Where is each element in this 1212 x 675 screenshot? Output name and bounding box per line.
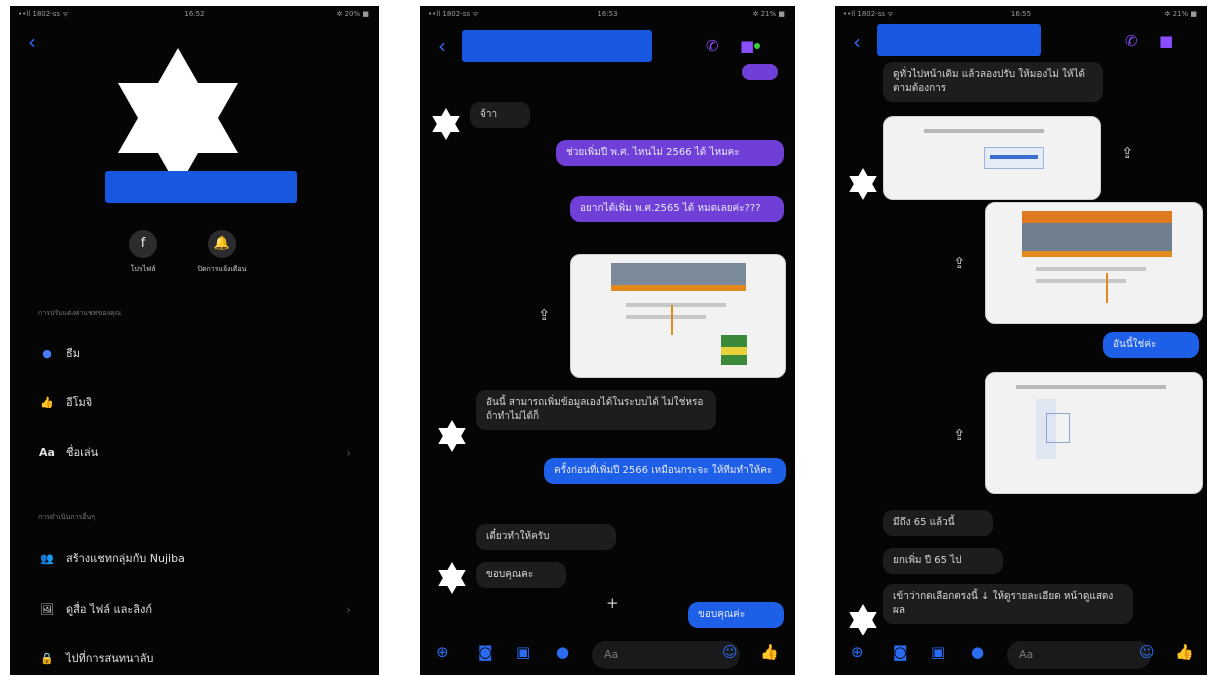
status-signal: ••ll 1802-ss ᯤ xyxy=(18,10,69,18)
create-group-label: สร้างแชทกลุ่มกับ Nujiba xyxy=(66,552,185,565)
back-button[interactable]: ‹ xyxy=(853,32,861,52)
back-button[interactable]: ‹ xyxy=(28,32,36,52)
media-label: ดูสื่อ ไฟล์ และลิงก์ xyxy=(66,603,153,616)
thumbs-up-icon[interactable]: 👍 xyxy=(1175,645,1194,660)
chevron-right-icon: › xyxy=(346,603,351,617)
media-row[interactable]: 🖼 ดูสื่อ ไฟล์ และลิงก์ xyxy=(38,597,152,623)
phone-icon[interactable]: ✆ xyxy=(706,39,719,54)
online-dot xyxy=(754,43,760,49)
message-incoming: อันนี้ สามารถเพิ่มข้อมูลเองได้ในระบบได้ … xyxy=(476,390,716,430)
emoji-label: อีโมจิ xyxy=(66,396,93,409)
plus-icon[interactable]: + xyxy=(606,596,619,611)
lock-icon: 🔒 xyxy=(40,652,54,665)
profile-avatar-star xyxy=(118,48,238,188)
message-incoming: ยกเพิ่ม ปี 65 ไป xyxy=(883,548,1003,574)
secret-chat-label: ไปที่การสนทนาลับ xyxy=(66,652,154,665)
share-icon[interactable]: ⇪ xyxy=(1121,146,1134,161)
chat-screen-2: ••ll 1802-ss ᯤ 16:55 ✲ 21% ■ ‹ ✆ ■ ดูทั่… xyxy=(835,6,1207,675)
theme-label: ธีม xyxy=(66,347,80,360)
reaction-pill xyxy=(742,64,778,80)
chevron-right-icon: › xyxy=(346,446,351,460)
gallery-icon[interactable]: ▣ xyxy=(516,645,530,660)
message-incoming: เดี๋ยวทำให้ครับ xyxy=(476,524,616,550)
status-signal: ••ll 1802-ss ᯤ xyxy=(428,10,479,18)
image-attachment[interactable] xyxy=(985,202,1203,324)
message-outgoing: ขอบคุณค่ะ xyxy=(688,602,784,628)
video-icon[interactable]: ■ xyxy=(1159,34,1173,49)
phone-icon[interactable]: ✆ xyxy=(1125,34,1138,49)
emoji-icon[interactable]: ☺ xyxy=(722,645,738,660)
mute-button[interactable]: 🔔 xyxy=(208,230,236,258)
composer-bar: ⊕ ◙ ▣ ● Aa ☺ 👍 xyxy=(835,635,1207,675)
emoji-row[interactable]: 👍 อีโมจิ xyxy=(38,390,92,416)
image-icon: 🖼 xyxy=(40,603,54,616)
share-icon[interactable]: ⇪ xyxy=(538,308,551,323)
section-more-actions: การดำเนินการอื่นๆ xyxy=(38,513,96,521)
microphone-icon[interactable]: ● xyxy=(971,645,984,660)
apps-icon[interactable]: ⊕ xyxy=(851,645,864,660)
image-attachment[interactable] xyxy=(985,372,1203,494)
chat-settings-screen: ••ll 1802-ss ᯤ 16:52 ✲ 20% ■ ‹ f โปรไฟล์… xyxy=(10,6,379,675)
section-customize: การปรับแต่งค่าแชทของคุณ xyxy=(38,309,122,317)
message-incoming: ดูทั่วไปหน้าเดิม แล้วลองปรับ ให้มองไม่ ใ… xyxy=(883,62,1103,102)
composer-bar: ⊕ ◙ ▣ ● Aa ☺ 👍 xyxy=(420,635,795,675)
message-input[interactable]: Aa xyxy=(592,641,740,669)
chat-screen-1: ••ll 1802-ss ᯤ 16:53 ✲ 21% ■ ‹ ✆ ■ จ้าา … xyxy=(420,6,795,675)
theme-icon: ● xyxy=(42,347,52,360)
message-incoming: เข้าว่ากดเลือกตรงนี้ ↓ ให้ดูรายละเอียด ห… xyxy=(883,584,1133,624)
video-icon[interactable]: ■ xyxy=(740,39,754,54)
message-outgoing: อันนี้ใช่ค่ะ xyxy=(1103,332,1199,358)
status-time: 16:55 xyxy=(1010,10,1032,18)
gallery-icon[interactable]: ▣ xyxy=(931,645,945,660)
message-outgoing: อยากได้เพิ่ม พ.ศ.2565 ได้ หมดเลยค่ะ??? xyxy=(570,196,784,222)
theme-row[interactable]: ● ธีม xyxy=(38,341,80,367)
group-icon: 👥 xyxy=(40,552,54,565)
contact-avatar-star xyxy=(432,108,460,140)
emoji-icon[interactable]: ☺ xyxy=(1139,645,1155,660)
message-incoming: มีถึง 65 แล้วนี้ xyxy=(883,510,993,536)
redacted-name xyxy=(105,171,297,203)
message-incoming: ขอบคุณคะ xyxy=(476,562,566,588)
text-size-icon: Aa xyxy=(39,446,55,459)
message-outgoing: ช่วยเพิ่มปี พ.ศ. ไหนไม่ 2566 ได้ ไหมคะ xyxy=(556,140,784,166)
status-battery: ✲ 20% ■ xyxy=(336,10,370,18)
contact-avatar-star xyxy=(849,604,877,636)
message-input[interactable]: Aa xyxy=(1007,641,1151,669)
back-button[interactable]: ‹ xyxy=(438,36,446,56)
status-battery: ✲ 21% ■ xyxy=(752,10,786,18)
status-signal: ••ll 1802-ss ᯤ xyxy=(843,10,894,18)
profile-button[interactable]: f xyxy=(129,230,157,258)
redacted-contact-name xyxy=(877,24,1041,56)
status-battery: ✲ 21% ■ xyxy=(1164,10,1198,18)
message-outgoing: ครั้งก่อนที่เพิ่มปี 2566 เหมือนกระจะ ให้… xyxy=(544,458,786,484)
nickname-row[interactable]: Aa ชื่อเล่น xyxy=(38,440,98,466)
thumbs-up-icon: 👍 xyxy=(40,396,54,409)
image-attachment[interactable] xyxy=(570,254,786,378)
thumbs-up-icon[interactable]: 👍 xyxy=(760,645,779,660)
create-group-row[interactable]: 👥 สร้างแชทกลุ่มกับ Nujiba xyxy=(38,546,185,572)
secret-chat-row[interactable]: 🔒 ไปที่การสนทนาลับ xyxy=(38,646,153,672)
profile-button-label: โปรไฟล์ xyxy=(130,265,156,273)
contact-avatar-star xyxy=(438,420,466,452)
status-bar: ••ll 1802-ss ᯤ 16:53 ✲ 21% ■ xyxy=(420,8,795,22)
apps-icon[interactable]: ⊕ xyxy=(436,645,449,660)
message-incoming: จ้าา xyxy=(470,102,530,128)
mute-button-label: ปิดการแจ้งเตือน xyxy=(197,265,247,273)
camera-icon[interactable]: ◙ xyxy=(893,645,908,660)
redacted-contact-name xyxy=(462,30,652,62)
image-attachment[interactable] xyxy=(883,116,1101,200)
contact-avatar-star xyxy=(438,562,466,594)
share-icon[interactable]: ⇪ xyxy=(953,428,966,443)
status-time: 16:52 xyxy=(184,10,205,18)
status-bar: ••ll 1802-ss ᯤ 16:55 ✲ 21% ■ xyxy=(835,8,1207,22)
status-time: 16:53 xyxy=(597,10,618,18)
camera-icon[interactable]: ◙ xyxy=(478,645,493,660)
microphone-icon[interactable]: ● xyxy=(556,645,569,660)
share-icon[interactable]: ⇪ xyxy=(953,256,966,271)
status-bar: ••ll 1802-ss ᯤ 16:52 ✲ 20% ■ xyxy=(10,8,379,22)
nickname-label: ชื่อเล่น xyxy=(66,446,99,459)
contact-avatar-star xyxy=(849,168,877,200)
